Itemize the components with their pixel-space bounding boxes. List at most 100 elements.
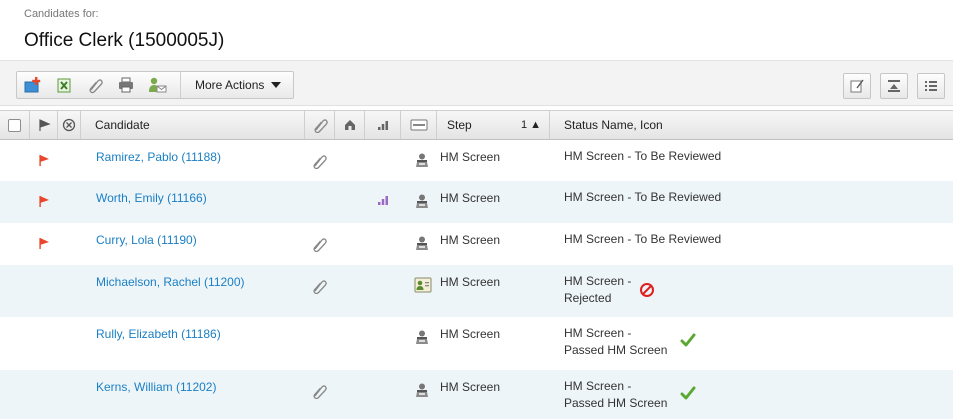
table-row[interactable]: Ramirez, Pablo (11188) HM Screen HM Screen… [0,140,953,181]
candidate-name-link[interactable]: Ramirez, Pablo (11188) [96,150,221,164]
header-home-column[interactable] [335,111,365,139]
candidate-name-link[interactable]: Rully, Elizabeth (11186) [96,327,221,341]
person-icon [416,236,428,250]
attachment-cell[interactable] [311,153,327,172]
status-icon-cell [680,333,696,350]
person-icon [416,194,428,208]
candidate-name-link[interactable]: Curry, Lola (11190) [96,233,197,247]
page-subtitle: Candidates for: [24,8,99,20]
page-header: Candidates for: Office Clerk (1500005J) [0,0,953,58]
passed-check-icon [680,333,696,347]
status-line-1: HM Screen - To Be Reviewed [564,149,722,163]
attach-button[interactable] [79,72,110,98]
attachment-cell[interactable] [311,236,327,255]
collapse-button[interactable] [880,73,908,99]
email-candidate-button[interactable] [141,72,172,98]
card-icon [410,119,427,131]
status-name: HM Screen - Passed HM Screen [564,378,667,412]
table-row[interactable]: Worth, Emily (11166) HM Screen HM Screen -… [0,181,953,223]
candidate-name-link[interactable]: Kerns, William (11202) [96,380,216,394]
person-icon [416,383,428,397]
ranking-cell [377,194,389,209]
header-flag-column[interactable] [30,111,58,139]
header-step[interactable]: Step 1 ▲ [437,111,550,139]
attachment-icon [313,385,327,400]
toolbar-actions-group: More Actions [16,71,295,99]
flag-cell[interactable] [37,194,51,211]
person-icon [416,153,428,167]
attachment-icon [313,155,327,170]
toolbar: More Actions [0,60,953,106]
header-status[interactable]: Status Name, Icon [550,111,953,139]
header-attachment-column[interactable] [305,111,335,139]
step-text: HM Screen [440,191,501,205]
select-all-checkbox[interactable] [8,118,21,132]
home-icon [344,120,355,130]
candidate-name-link[interactable]: Worth, Emily (11166) [96,191,207,205]
status-line-1: HM Screen - To Be Reviewed [564,190,722,204]
flag-cell[interactable] [37,236,51,253]
id-card-icon [414,277,432,293]
remove-icon [62,118,76,132]
status-line-2: Rejected [564,291,612,305]
attachment-cell[interactable] [311,278,327,297]
table-row[interactable]: Michaelson, Rachel (11200) HM Screen HM Sc… [0,265,953,317]
step-text: HM Screen [440,150,501,164]
add-candidate-button[interactable] [17,72,48,98]
header-remove-column[interactable] [58,111,81,139]
export-excel-icon [57,78,70,93]
flag-icon [39,155,49,166]
header-candidate[interactable]: Candidate [81,111,305,139]
status-icon-cell [680,386,696,403]
header-select-cell [0,111,30,139]
table-row[interactable]: Curry, Lola (11190) HM Screen HM Screen - … [0,223,953,265]
table-header: Candidate Step 1 ▲ Status Name, Icon [0,110,953,140]
edit-view-button[interactable] [843,73,871,99]
list-view-button[interactable] [917,73,945,99]
step-icon-cell [414,235,430,254]
attachment-icon [313,238,327,253]
flag-icon [39,238,49,249]
status-line-1: HM Screen - To Be Reviewed [564,232,722,246]
header-card-column[interactable] [401,111,437,139]
print-icon [118,77,133,93]
edit-view-icon [850,79,864,93]
passed-check-icon [680,386,696,400]
attachment-cell[interactable] [311,383,327,402]
step-icon-cell [414,152,430,171]
step-text: HM Screen [440,380,501,394]
step-icon-cell [414,277,432,296]
print-button[interactable] [110,72,141,98]
flag-icon [39,196,49,207]
header-ranking-column[interactable] [365,111,401,139]
table-row[interactable]: Kerns, William (11202) HM Screen HM Screen… [0,370,953,419]
step-icon-cell [414,329,430,348]
step-text: HM Screen [440,327,501,341]
flag-cell[interactable] [37,153,51,170]
table-row[interactable]: Rully, Elizabeth (11186) HM Screen HM Scre… [0,317,953,370]
status-icon-cell [639,282,655,301]
step-icon-cell [414,382,430,401]
status-name: HM Screen - Passed HM Screen [564,325,667,359]
status-line-2: Passed HM Screen [564,343,668,357]
flag-icon [38,119,51,131]
list-view-icon [925,81,937,91]
status-line-1: HM Screen - [564,274,632,288]
collapse-icon [888,80,900,92]
export-excel-button[interactable] [48,72,79,98]
more-actions-button[interactable]: More Actions [181,72,293,98]
status-name: HM Screen - To Be Reviewed [564,148,721,165]
ranking-icon [378,196,388,205]
status-name: HM Screen - To Be Reviewed [564,189,721,206]
status-line-1: HM Screen - [564,379,632,393]
status-line-2: Passed HM Screen [564,396,668,410]
status-line-1: HM Screen - [564,326,632,340]
caret-down-icon [271,82,282,88]
attachment-icon [88,79,103,94]
email-candidate-icon [148,77,166,93]
candidate-name-link[interactable]: Michaelson, Rachel (11200) [96,275,245,289]
rejected-icon [640,283,654,297]
page-title: Office Clerk (1500005J) [24,30,225,51]
header-step-label: Step [447,118,472,132]
step-text: HM Screen [440,275,501,289]
